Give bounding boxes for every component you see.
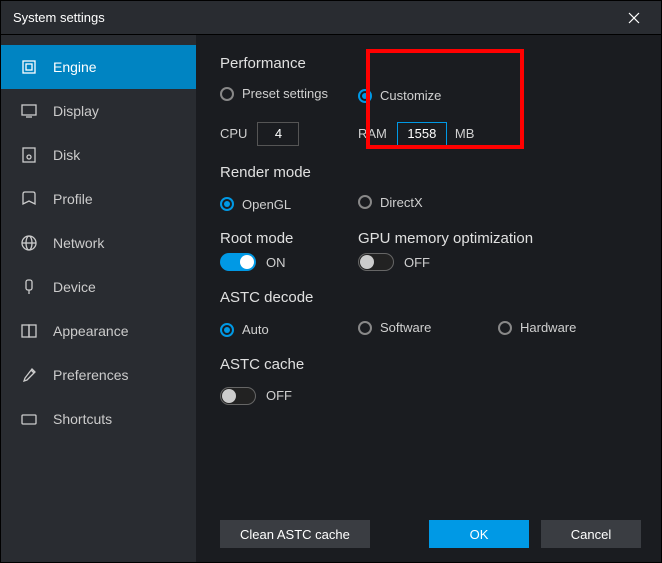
radio-icon xyxy=(498,321,512,335)
window-title: System settings xyxy=(13,10,619,25)
close-button[interactable] xyxy=(619,3,649,33)
toggle-knob xyxy=(360,255,374,269)
cancel-button[interactable]: Cancel xyxy=(541,520,641,548)
sidebar: Engine Display Disk Profile Network Devi… xyxy=(1,35,196,562)
astc-decode-title: ASTC decode xyxy=(220,289,661,306)
sidebar-item-shortcuts[interactable]: Shortcuts xyxy=(1,397,196,441)
cpu-input[interactable] xyxy=(257,122,299,146)
radio-icon xyxy=(220,87,234,101)
astc-auto-radio[interactable]: Auto xyxy=(220,322,269,337)
sidebar-item-preferences[interactable]: Preferences xyxy=(1,353,196,397)
radio-icon xyxy=(220,323,234,337)
sidebar-item-network[interactable]: Network xyxy=(1,221,196,265)
root-value: ON xyxy=(266,255,286,270)
ok-button[interactable]: OK xyxy=(429,520,529,548)
toggle-knob xyxy=(240,255,254,269)
ram-input[interactable] xyxy=(397,122,447,146)
ram-label: RAM xyxy=(358,126,387,141)
radio-icon xyxy=(220,197,234,211)
sidebar-item-profile[interactable]: Profile xyxy=(1,177,196,221)
device-icon xyxy=(19,277,39,297)
network-icon xyxy=(19,233,39,253)
clean-astc-button[interactable]: Clean ASTC cache xyxy=(220,520,370,548)
radio-label: Preset settings xyxy=(242,86,328,101)
footer: Clean ASTC cache OK Cancel xyxy=(220,520,641,548)
titlebar: System settings xyxy=(1,1,661,35)
sidebar-item-engine[interactable]: Engine xyxy=(1,45,196,89)
render-title: Render mode xyxy=(220,164,661,181)
gpu-title: GPU memory optimization xyxy=(358,230,533,247)
sidebar-item-label: Preferences xyxy=(53,367,128,383)
astc-hardware-radio[interactable]: Hardware xyxy=(498,320,576,335)
customize-radio[interactable]: Customize xyxy=(358,88,441,103)
radio-label: OpenGL xyxy=(242,197,291,212)
sidebar-item-display[interactable]: Display xyxy=(1,89,196,133)
gpu-value: OFF xyxy=(404,255,430,270)
radio-icon xyxy=(358,321,372,335)
performance-title: Performance xyxy=(220,55,661,72)
sidebar-item-label: Appearance xyxy=(53,323,129,339)
settings-window: System settings Engine Display Disk Prof… xyxy=(0,0,662,563)
preset-settings-radio[interactable]: Preset settings xyxy=(220,86,328,101)
sidebar-item-label: Shortcuts xyxy=(53,411,112,427)
opengl-radio[interactable]: OpenGL xyxy=(220,197,291,212)
sidebar-item-device[interactable]: Device xyxy=(1,265,196,309)
appearance-icon xyxy=(19,321,39,341)
sidebar-item-label: Profile xyxy=(53,191,93,207)
close-icon xyxy=(628,12,640,24)
astc-software-radio[interactable]: Software xyxy=(358,320,431,335)
content: Engine Display Disk Profile Network Devi… xyxy=(1,35,661,562)
radio-label: Software xyxy=(380,320,431,335)
cpu-label: CPU xyxy=(220,126,247,141)
toggle-knob xyxy=(222,389,236,403)
profile-icon xyxy=(19,189,39,209)
radio-label: Customize xyxy=(380,88,441,103)
radio-label: Hardware xyxy=(520,320,576,335)
engine-icon xyxy=(19,57,39,77)
sidebar-item-disk[interactable]: Disk xyxy=(1,133,196,177)
disk-icon xyxy=(19,145,39,165)
radio-label: DirectX xyxy=(380,195,423,210)
sidebar-item-label: Device xyxy=(53,279,96,295)
directx-radio[interactable]: DirectX xyxy=(358,195,423,210)
radio-icon xyxy=(358,195,372,209)
sidebar-item-appearance[interactable]: Appearance xyxy=(1,309,196,353)
preferences-icon xyxy=(19,365,39,385)
astc-cache-toggle[interactable] xyxy=(220,387,256,405)
shortcuts-icon xyxy=(19,409,39,429)
root-title: Root mode xyxy=(220,230,358,247)
sidebar-item-label: Disk xyxy=(53,147,80,163)
gpu-toggle[interactable] xyxy=(358,253,394,271)
astc-cache-value: OFF xyxy=(266,388,292,403)
sidebar-item-label: Display xyxy=(53,103,99,119)
radio-icon xyxy=(358,89,372,103)
radio-label: Auto xyxy=(242,322,269,337)
sidebar-item-label: Engine xyxy=(53,59,97,75)
sidebar-item-label: Network xyxy=(53,235,104,251)
main-panel: Performance Preset settings Customize xyxy=(196,35,661,562)
ram-unit: MB xyxy=(455,126,475,141)
astc-cache-title: ASTC cache xyxy=(220,356,661,373)
display-icon xyxy=(19,101,39,121)
root-toggle[interactable] xyxy=(220,253,256,271)
